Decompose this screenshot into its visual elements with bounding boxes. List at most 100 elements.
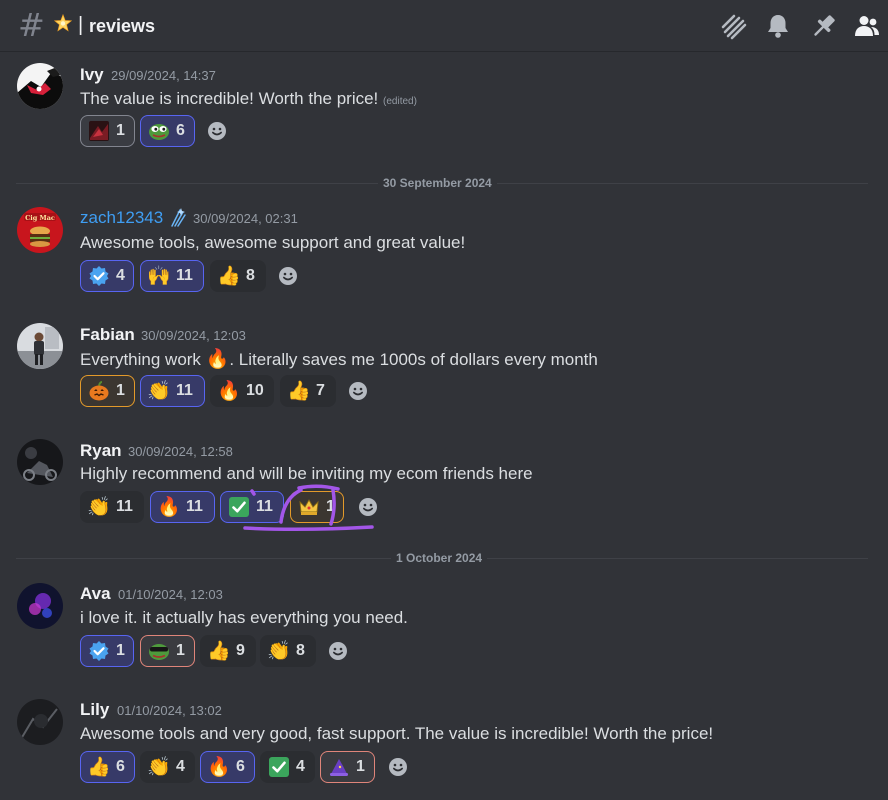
reaction[interactable]: 1 <box>80 375 135 407</box>
verified-icon <box>89 266 109 286</box>
username[interactable]: Ryan <box>80 441 122 461</box>
avatar[interactable] <box>17 699 63 745</box>
username[interactable]: Ivy <box>80 65 104 85</box>
message: Ava 01/10/2024, 12:03 i love it. it actu… <box>0 580 888 675</box>
add-reaction-button[interactable] <box>352 491 384 523</box>
reaction[interactable]: 👍 8 <box>210 260 266 292</box>
members-icon[interactable] <box>853 12 881 40</box>
verified-icon <box>89 641 109 661</box>
reaction[interactable]: 👏 8 <box>260 635 316 667</box>
reaction[interactable]: 6 <box>140 115 195 147</box>
add-reaction-button[interactable] <box>322 635 354 667</box>
reaction[interactable]: 4 <box>260 751 315 783</box>
reaction-count: 8 <box>246 267 255 284</box>
message: Cig Mac zach12343 30/09/2024, 02:31 Awes… <box>0 204 888 299</box>
message-text: The value is incredible! Worth the price… <box>80 89 417 108</box>
add-reaction-button[interactable] <box>382 751 414 783</box>
timestamp: 30/09/2024, 02:31 <box>193 211 298 226</box>
edited-label: (edited) <box>383 96 417 107</box>
reaction[interactable]: 1 <box>80 635 134 667</box>
date-divider-label: 1 October 2024 <box>391 550 488 566</box>
pepe-frog-icon <box>149 644 169 660</box>
pumpkin-icon <box>89 381 109 401</box>
fire-icon: 🔥 <box>207 756 231 778</box>
avatar[interactable] <box>17 63 63 109</box>
message-text: i love it. it actually has everything yo… <box>80 608 408 627</box>
fire-icon: 🔥 <box>157 496 181 518</box>
bell-icon[interactable] <box>764 12 792 40</box>
reaction-count: 4 <box>176 758 185 775</box>
reaction-count: 1 <box>356 758 365 775</box>
clapping-hands-icon: 👏 <box>147 380 171 402</box>
thumbs-up-icon: 👍 <box>287 380 311 402</box>
reaction-count: 8 <box>296 642 305 659</box>
reaction-count: 9 <box>236 642 245 659</box>
add-reaction-button[interactable] <box>272 260 304 292</box>
message: Fabian 30/09/2024, 12:03 Everything work… <box>0 320 888 416</box>
message-text: Awesome tools, awesome support and great… <box>80 233 466 252</box>
username[interactable]: Lily <box>80 700 109 720</box>
reaction[interactable]: 🔥 10 <box>210 375 274 407</box>
message-text: Awesome tools and very good, fast suppor… <box>80 724 714 743</box>
reaction-count: 10 <box>246 382 264 399</box>
username[interactable]: Ava <box>80 584 111 604</box>
reaction-count: 6 <box>236 758 245 775</box>
message: Ivy 29/09/2024, 14:37 The value is incre… <box>0 60 888 156</box>
reaction[interactable]: 4 <box>80 260 134 292</box>
timestamp: 01/10/2024, 13:02 <box>117 703 222 718</box>
avatar[interactable] <box>17 583 63 629</box>
smiley-add-icon <box>359 498 377 516</box>
avatar[interactable] <box>17 323 63 369</box>
reaction[interactable]: 11 <box>220 491 284 523</box>
reaction-count: 11 <box>176 382 193 399</box>
reaction-count: 6 <box>116 758 125 775</box>
reaction[interactable]: 👍 7 <box>280 375 336 407</box>
image-reaction-icon <box>89 121 109 141</box>
add-reaction-button[interactable] <box>342 375 374 407</box>
sparkle-badge-icon <box>171 208 186 227</box>
pepe-frog-icon <box>149 124 169 140</box>
reaction[interactable]: 1 <box>80 115 135 147</box>
avatar[interactable]: Cig Mac <box>17 207 63 253</box>
timestamp: 30/09/2024, 12:58 <box>128 444 233 459</box>
reaction[interactable]: 👏 4 <box>140 751 195 783</box>
smiley-add-icon <box>208 122 226 140</box>
thumbs-up-icon: 👍 <box>207 640 231 662</box>
check-mark-icon <box>229 497 249 517</box>
reaction-count: 7 <box>316 382 325 399</box>
smiley-add-icon <box>329 642 347 660</box>
timestamp: 30/09/2024, 12:03 <box>141 328 246 343</box>
username[interactable]: Fabian <box>80 325 135 345</box>
reaction[interactable]: 1 <box>140 635 195 667</box>
channel-header: # | reviews <box>0 0 888 52</box>
username[interactable]: zach12343 <box>80 208 163 228</box>
reaction[interactable]: 👍 9 <box>200 635 256 667</box>
timestamp: 29/09/2024, 14:37 <box>111 68 216 83</box>
reaction-count: 11 <box>186 498 203 515</box>
reaction[interactable]: 👏 11 <box>80 491 144 523</box>
reaction[interactable]: 🔥 6 <box>200 751 255 783</box>
fire-inline-icon: 🔥 <box>205 348 230 370</box>
reaction[interactable]: 1 <box>290 491 344 523</box>
reaction[interactable]: 👏 11 <box>140 375 205 407</box>
reaction-count: 1 <box>176 642 185 659</box>
smiley-add-icon <box>279 267 297 285</box>
svg-text:Cig Mac: Cig Mac <box>25 214 55 222</box>
reaction[interactable]: 1 <box>320 751 375 783</box>
hashtag-icon: # <box>18 6 45 44</box>
reaction-count: 6 <box>176 122 185 139</box>
reaction[interactable]: 🔥 11 <box>150 491 215 523</box>
pin-icon[interactable] <box>810 12 838 40</box>
clapping-hands-icon: 👏 <box>267 640 291 662</box>
threads-icon[interactable] <box>719 12 747 40</box>
avatar[interactable] <box>17 439 63 485</box>
timestamp: 01/10/2024, 12:03 <box>118 587 223 602</box>
wizard-hat-icon <box>330 759 348 776</box>
reaction-count: 1 <box>326 498 335 515</box>
add-reaction-button[interactable] <box>201 115 233 147</box>
reaction[interactable]: 👍 6 <box>80 751 135 783</box>
fire-icon: 🔥 <box>217 380 241 402</box>
reaction[interactable]: 🙌 11 <box>140 260 204 292</box>
smiley-add-icon <box>349 382 367 400</box>
reaction-count: 1 <box>116 122 125 139</box>
